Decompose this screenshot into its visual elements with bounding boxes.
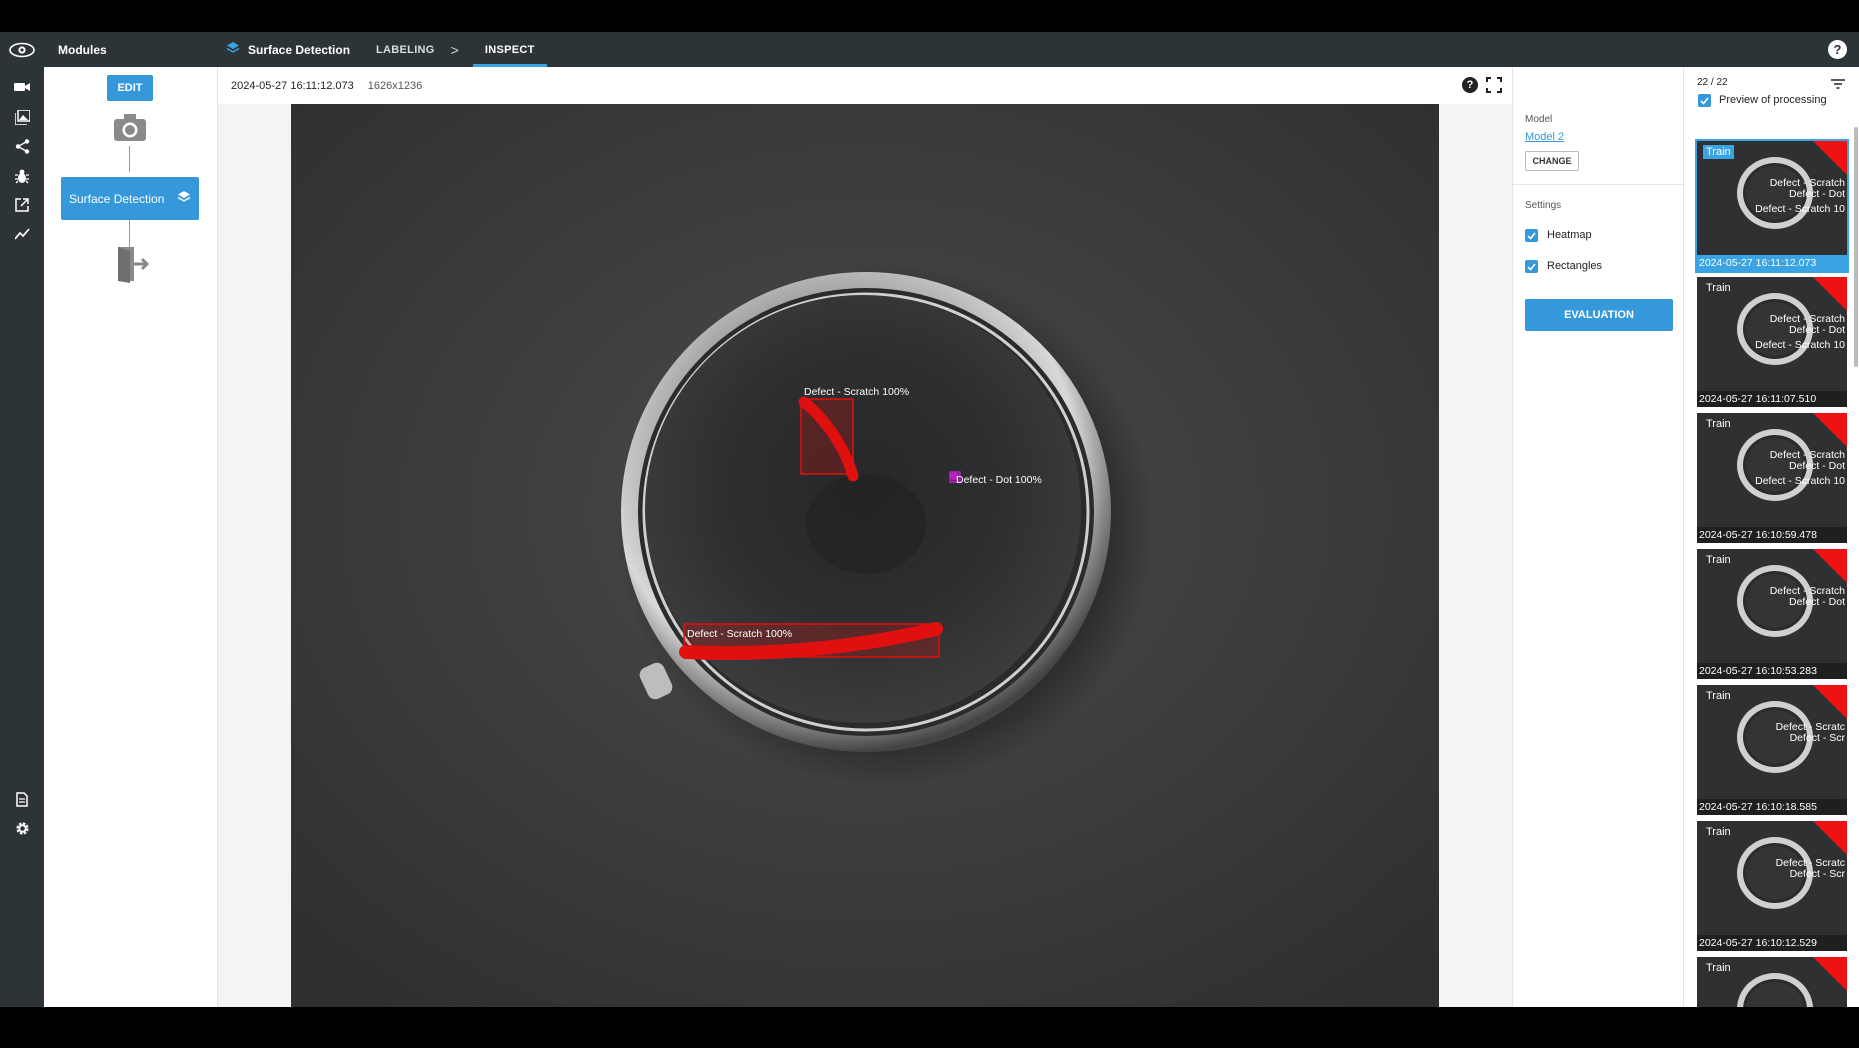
bug-icon[interactable] <box>12 166 32 186</box>
icon-rail <box>0 67 44 1007</box>
thumbnail-tag: Train <box>1706 826 1731 838</box>
thumbnail-detection: Defect - Scratch 10 <box>1755 475 1845 487</box>
thumbnail-detection: Defect - Dot <box>1788 324 1845 336</box>
preview-checkbox[interactable] <box>1698 94 1711 107</box>
thumbnail-detection: Defect - Dot <box>1788 188 1845 200</box>
heatmap-checkbox[interactable] <box>1525 229 1538 242</box>
thumbnail-item[interactable]: Train Defect - Scratch Defect - Dot Defect … <box>1697 413 1847 543</box>
share-icon[interactable] <box>12 136 32 156</box>
check-icon <box>1700 96 1709 105</box>
camera-icon[interactable] <box>12 77 32 97</box>
thumbnail-tag: Train <box>1703 145 1734 159</box>
scrollbar[interactable] <box>1854 127 1858 367</box>
part-image <box>291 104 1439 1007</box>
flow-node-surface-detection[interactable]: Surface Detection <box>61 177 199 220</box>
flow-panel: EDIT Surface Detection <box>44 67 218 1007</box>
defect-flag <box>1813 549 1847 583</box>
defect-flag <box>1813 277 1847 311</box>
layers-icon <box>177 190 191 207</box>
detection-label-dot: Defect - Dot 100% <box>956 474 1042 486</box>
document-icon[interactable] <box>12 789 32 809</box>
rectangles-checkbox[interactable] <box>1525 260 1538 273</box>
thumbnail-tag: Train <box>1706 554 1731 566</box>
thumbnail-detection: Defect - Scr <box>1789 868 1845 880</box>
thumbnail-item[interactable]: Train Defect - Scratc Defect - Scr 2024-05-… <box>1697 821 1847 951</box>
defect-flag <box>1813 141 1847 175</box>
thumbnail-timestamp: 2024-05-27 16:11:07.510 <box>1697 391 1847 407</box>
settings-title: Settings <box>1525 200 1562 211</box>
thumbnail-item[interactable]: Train Defect - Scratch Defect - Dot Defect … <box>1697 277 1847 407</box>
breadcrumb-app[interactable]: Surface Detection <box>226 41 350 58</box>
evaluation-button[interactable]: EVALUATION <box>1525 299 1673 331</box>
thumbnail-timestamp: 2024-05-27 16:10:12.529 <box>1697 935 1847 951</box>
flow-connector <box>129 146 130 172</box>
thumbnail-timestamp: 2024-05-27 16:11:12.073 <box>1697 255 1847 271</box>
exit-node-icon[interactable] <box>116 245 150 288</box>
thumbnail-item[interactable]: Train <box>1697 957 1847 1007</box>
thumbnail-tag: Train <box>1706 282 1731 294</box>
check-icon <box>1527 262 1536 271</box>
settings-panel: Model Model 2 CHANGE Settings Heatmap Re… <box>1512 67 1684 1007</box>
breadcrumb-app-name: Surface Detection <box>248 42 351 57</box>
image-info-bar: 2024-05-27 16:11:12.073 1626x1236 <box>218 67 1512 104</box>
app-window: Modules Surface Detection LABELING > INS… <box>0 32 1859 1007</box>
tab-labeling[interactable]: LABELING <box>376 32 435 67</box>
filter-icon[interactable] <box>1831 76 1845 94</box>
thumbnail-detection: Defect - Dot <box>1788 596 1845 608</box>
detection-label-scratch: Defect - Scratch 100% <box>687 628 793 640</box>
change-model-button[interactable]: CHANGE <box>1525 151 1579 171</box>
rectangles-label: Rectangles <box>1547 260 1603 272</box>
thumbnail-detection: Defect - Scratch 10 <box>1755 339 1845 351</box>
tab-inspect[interactable]: INSPECT <box>472 32 547 67</box>
thumbnail-tag: Train <box>1706 962 1731 974</box>
defect-flag <box>1813 821 1847 855</box>
eye-logo-icon[interactable] <box>0 32 44 67</box>
modules-label[interactable]: Modules <box>44 43 214 57</box>
detection-label-scratch: Defect - Scratch 100% <box>804 386 910 398</box>
image-resolution: 1626x1236 <box>367 79 423 92</box>
trend-chart-icon[interactable] <box>12 224 32 244</box>
preview-label: Preview of processing <box>1719 94 1827 106</box>
heatmap-label: Heatmap <box>1547 229 1592 241</box>
thumbnail-detection: Defect - Scr <box>1789 732 1845 744</box>
fullscreen-icon[interactable] <box>1486 77 1502 98</box>
model-link[interactable]: Model 2 <box>1525 131 1564 143</box>
thumbnail-detection: Defect - Scratch 10 <box>1755 203 1845 215</box>
thumbnail-item[interactable]: Train Defect - Scratch Defect - Dot 2024-05… <box>1697 549 1847 679</box>
top-bar: Modules Surface Detection LABELING > INS… <box>0 32 1859 67</box>
defect-flag <box>1813 685 1847 719</box>
model-title: Model <box>1525 114 1553 125</box>
thumbnail-tag: Train <box>1706 690 1731 702</box>
defect-flag <box>1813 957 1847 991</box>
thumbnail-tag: Train <box>1706 418 1731 430</box>
layers-icon <box>226 41 240 58</box>
gear-icon[interactable] <box>12 818 32 838</box>
defect-flag <box>1813 413 1847 447</box>
breadcrumb-separator: > <box>450 41 459 58</box>
help-icon[interactable]: ? <box>1828 40 1847 59</box>
thumbnail-timestamp: 2024-05-27 16:10:18.585 <box>1697 799 1847 815</box>
flow-node-label: Surface Detection <box>69 191 165 206</box>
flow-connector <box>129 220 130 248</box>
help-icon[interactable]: ? <box>1462 77 1478 93</box>
divider <box>1513 184 1684 185</box>
thumbnail-list: 22 / 22 Preview of processing Train Defec… <box>1683 67 1859 1007</box>
image-viewer: 2024-05-27 16:11:12.073 1626x1236 ? Defe… <box>218 67 1512 1007</box>
thumbnail-timestamp: 2024-05-27 16:10:59.478 <box>1697 527 1847 543</box>
image-timestamp: 2024-05-27 16:11:12.073 <box>231 79 354 92</box>
gallery-icon[interactable] <box>12 107 32 127</box>
thumbnail-item[interactable]: Train Defect - Scratc Defect - Scr 2024-05-… <box>1697 685 1847 815</box>
thumbnail-timestamp: 2024-05-27 16:10:53.283 <box>1697 663 1847 679</box>
thumbnail-detection: Defect - Dot <box>1788 460 1845 472</box>
thumbnail-item[interactable]: Train Defect - Scratch Defect - Dot Defect … <box>1695 139 1849 273</box>
external-link-icon[interactable] <box>12 195 32 215</box>
camera-node-icon[interactable] <box>114 113 146 146</box>
edit-button[interactable]: EDIT <box>107 75 153 101</box>
image-count: 22 / 22 <box>1697 77 1728 88</box>
check-icon <box>1527 231 1536 240</box>
inspection-image[interactable]: Defect - Scratch 100% Defect - Dot 100% … <box>291 104 1439 1007</box>
